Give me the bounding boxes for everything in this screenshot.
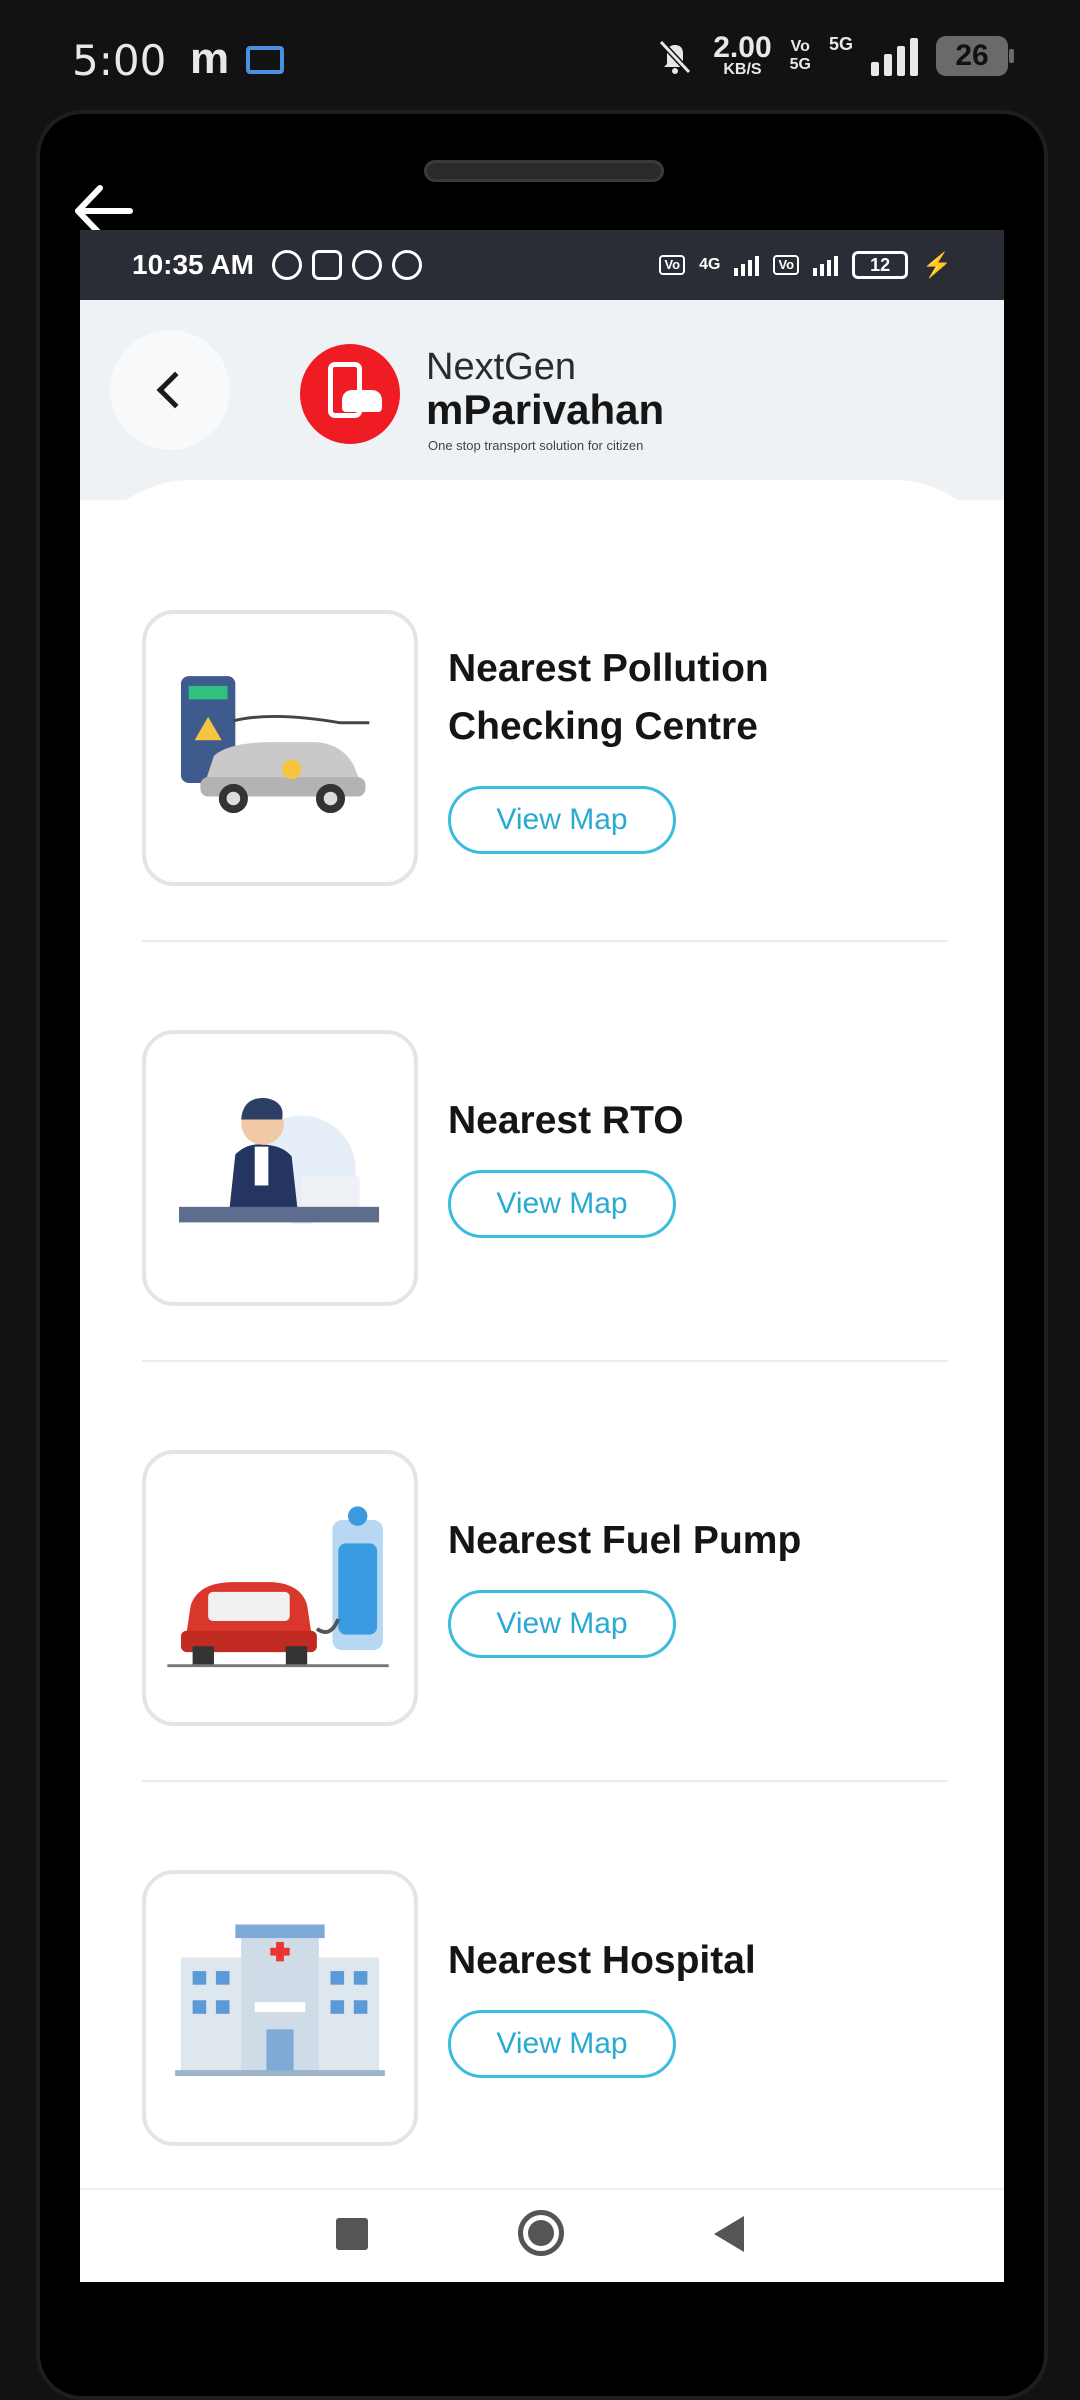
signal-icon-2 bbox=[813, 254, 839, 276]
divider bbox=[142, 940, 948, 942]
view-map-button[interactable]: View Map bbox=[448, 1590, 676, 1658]
list-item-pollution: Nearest Pollution Checking Centre View M… bbox=[142, 610, 948, 980]
device-status-bar: 5:00 m 2.00 KB/S Vo 5G 5G 26 bbox=[0, 0, 1080, 110]
chevron-left-icon bbox=[156, 371, 194, 409]
battery-level: 26 bbox=[955, 39, 989, 72]
alarm-icon bbox=[271, 250, 302, 280]
speaker-grille bbox=[424, 160, 664, 182]
volte-icon-2: Vo bbox=[773, 255, 800, 275]
battery-icon: 26 bbox=[936, 36, 1014, 76]
system-navigation-bar bbox=[80, 2188, 1004, 2282]
item-title: Nearest Pollution Checking Centre bbox=[448, 640, 769, 756]
signal-icon bbox=[871, 36, 918, 76]
battery-level: 12 bbox=[870, 255, 891, 275]
device-time: 5:00 bbox=[72, 36, 167, 85]
pollution-checking-illustration bbox=[142, 610, 418, 886]
services-list: Nearest Pollution Checking Centre View M… bbox=[80, 480, 1004, 2180]
charging-icon: ⚡ bbox=[922, 251, 952, 279]
brand-tagline: One stop transport solution for citizen bbox=[428, 438, 644, 453]
volte-icon: Vo 5G bbox=[789, 38, 811, 73]
cast-icon bbox=[246, 46, 284, 74]
whatsapp-icon bbox=[351, 250, 382, 280]
item-title: Nearest Hospital bbox=[448, 1939, 756, 1982]
divider bbox=[142, 1360, 948, 1362]
signal-icon bbox=[734, 254, 760, 276]
view-map-button[interactable]: View Map bbox=[448, 1170, 676, 1238]
recents-icon[interactable] bbox=[336, 2218, 368, 2250]
list-item-hospital: Nearest Hospital View Map bbox=[142, 1870, 948, 2240]
battery-icon: 12 bbox=[852, 251, 909, 279]
list-item-fuel-pump: Nearest Fuel Pump View Map bbox=[142, 1450, 948, 1820]
inner-time: 10:35 AM bbox=[132, 249, 254, 280]
sync-icon bbox=[391, 250, 422, 280]
divider bbox=[142, 1780, 948, 1782]
bell-muted-icon bbox=[659, 39, 692, 75]
speed-unit: KB/S bbox=[723, 61, 762, 78]
network-speed: 2.00 KB/S bbox=[713, 31, 772, 78]
view-map-button[interactable]: View Map bbox=[448, 786, 676, 854]
list-item-rto: Nearest RTO View Map bbox=[142, 1030, 948, 1400]
phone-mockup: 10:35 AM Vo 4G Vo 12 ⚡ NextGen mParivaha… bbox=[36, 110, 1048, 2400]
back-icon[interactable] bbox=[714, 2216, 744, 2252]
brand-top: NextGen bbox=[426, 346, 576, 388]
app-header: NextGen mParivahan One stop transport so… bbox=[80, 300, 1004, 500]
app-screen: 10:35 AM Vo 4G Vo 12 ⚡ NextGen mParivaha… bbox=[80, 230, 1004, 2282]
fuel-pump-illustration bbox=[142, 1450, 418, 1726]
app-icon bbox=[311, 250, 342, 280]
item-title-line2: Checking Centre bbox=[448, 705, 758, 748]
item-title: Nearest Fuel Pump bbox=[448, 1519, 802, 1562]
network-type: 5G bbox=[828, 34, 853, 54]
view-map-button[interactable]: View Map bbox=[448, 2010, 676, 2078]
rto-officer-illustration bbox=[142, 1030, 418, 1306]
volte-icon: Vo bbox=[659, 255, 686, 275]
hospital-illustration bbox=[142, 1870, 418, 2146]
network-4g-label: 4G bbox=[699, 256, 721, 273]
speed-value: 2.00 bbox=[713, 31, 772, 64]
app-notification-icon: m bbox=[190, 34, 230, 83]
app-logo-icon bbox=[300, 344, 400, 444]
inner-status-bar: 10:35 AM Vo 4G Vo 12 ⚡ bbox=[80, 230, 1004, 300]
brand-name: mParivahan bbox=[426, 386, 665, 433]
item-title: Nearest RTO bbox=[448, 1099, 684, 1142]
item-title-line1: Nearest Pollution bbox=[448, 647, 769, 690]
home-icon[interactable] bbox=[518, 2210, 564, 2256]
back-button[interactable] bbox=[110, 330, 230, 450]
